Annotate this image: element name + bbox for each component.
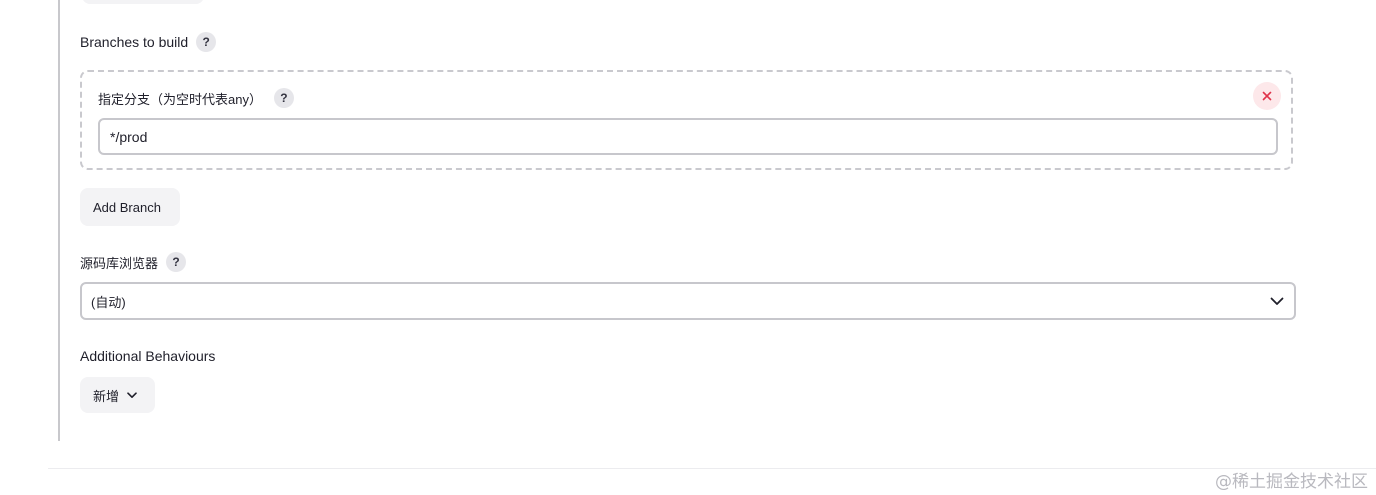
chevron-down-icon <box>1270 297 1284 305</box>
branch-specifier-help-icon[interactable]: ? <box>273 88 294 108</box>
previous-button-edge[interactable] <box>82 0 204 4</box>
repo-browser-help-icon[interactable]: ? <box>166 252 187 272</box>
watermark: @稀土掘金技术社区 <box>1215 472 1368 492</box>
close-icon <box>1262 91 1272 101</box>
jenkins-scm-config: Branches to build ? 指定分支（为空时代表any） ? Add… <box>0 0 1376 495</box>
add-branch-label: Add Branch <box>93 199 161 215</box>
footer-divider <box>48 468 1376 469</box>
repo-browser-header: 源码库浏览器 ? <box>80 252 187 272</box>
add-behaviour-label: 新增 <box>93 388 120 404</box>
branch-specifier-label: 指定分支（为空时代表any） <box>98 91 262 107</box>
behaviours-header: Additional Behaviours <box>80 348 215 364</box>
branch-specifier-header: 指定分支（为空时代表any） ? <box>98 88 294 108</box>
repo-browser-label: 源码库浏览器 <box>80 255 159 271</box>
branches-to-build-label: Branches to build <box>80 34 189 50</box>
remove-branch-button[interactable] <box>1253 82 1281 110</box>
branch-spec-box: 指定分支（为空时代表any） ? <box>80 70 1293 170</box>
branch-specifier-input[interactable] <box>98 118 1278 155</box>
add-behaviour-button[interactable]: 新增 <box>80 377 155 413</box>
add-branch-button[interactable]: Add Branch <box>80 188 180 226</box>
section-indent-rule <box>58 0 60 441</box>
repo-browser-select[interactable]: (自动) <box>80 282 1296 320</box>
chevron-down-icon <box>127 391 137 398</box>
branches-help-icon[interactable]: ? <box>196 32 217 52</box>
repo-browser-selected-value: (自动) <box>91 294 126 310</box>
branches-section-header: Branches to build ? <box>80 32 217 52</box>
additional-behaviours-label: Additional Behaviours <box>80 348 216 364</box>
